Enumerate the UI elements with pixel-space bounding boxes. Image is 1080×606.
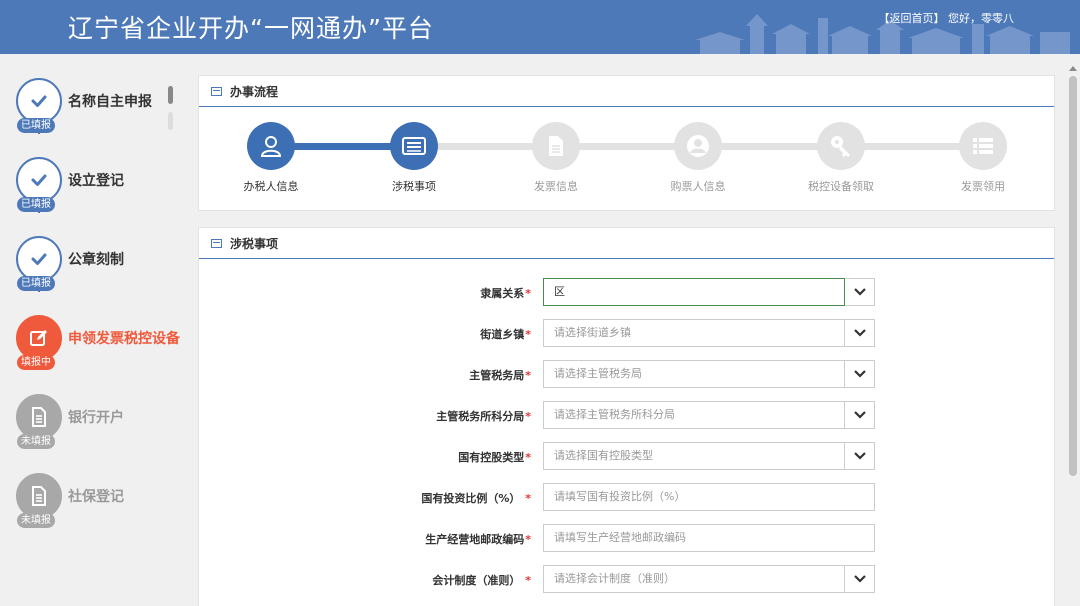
form-row-accounting-system: 会计制度（准则） * 请选择会计制度（准则） xyxy=(199,565,1056,593)
process-step-purchaser-info[interactable]: 购票人信息 xyxy=(638,122,758,194)
scroll-up-arrow-icon[interactable] xyxy=(1069,66,1077,71)
required-mark: * xyxy=(525,369,531,382)
field-label: 生产经营地邮政编码* xyxy=(425,533,531,546)
user-icon xyxy=(247,122,295,170)
form-row-tax-bureau: 主管税务局* 请选择主管税务局 xyxy=(199,360,1056,388)
process-step-label: 发票信息 xyxy=(534,180,578,193)
tax-branch-select[interactable]: 请选择主管税务所科分局 xyxy=(543,401,845,429)
process-step-label: 发票领用 xyxy=(961,180,1005,193)
sidebar-step-social-security[interactable]: 社保登记 未填报 xyxy=(14,473,184,543)
process-step-label: 办税人信息 xyxy=(243,180,299,193)
required-mark: * xyxy=(525,287,531,300)
form-row-state-investment-ratio: 国有投资比例（%） * 请填写国有投资比例（%） xyxy=(199,483,1056,511)
sidebar-step-invoice-device[interactable]: 申领发票税控设备 填报中 xyxy=(14,315,184,385)
key-icon xyxy=(817,122,865,170)
field-label: 主管税务所科分局* xyxy=(436,410,531,423)
process-step-invoice-info[interactable]: 发票信息 xyxy=(496,122,616,194)
form-row-street-town: 街道乡镇* 请选择街道乡镇 xyxy=(199,319,1056,347)
step-label: 设立登记 xyxy=(68,173,124,189)
status-badge: 已填报 xyxy=(17,197,55,212)
panel-window-icon xyxy=(211,86,222,96)
sidebar-step-seal[interactable]: 公章刻制 已填报 xyxy=(14,236,184,306)
state-investment-ratio-input[interactable]: 请填写国有投资比例（%） xyxy=(543,483,875,511)
page-scroll-thumb[interactable] xyxy=(1069,76,1077,476)
sidebar-scroll-thumb[interactable] xyxy=(168,86,173,104)
sidebar-step-name-declaration[interactable]: 名称自主申报 已填报 xyxy=(14,78,184,148)
status-badge: 已填报 xyxy=(17,118,55,133)
app-title: 辽宁省企业开办“一网通办”平台 xyxy=(68,14,434,43)
step-label: 社保登记 xyxy=(68,489,124,505)
form-row-postal-code: 生产经营地邮政编码* 请填写生产经营地邮政编码 xyxy=(199,524,1056,552)
process-step-label: 税控设备领取 xyxy=(808,180,874,193)
process-step-invoice-collection[interactable]: 发票领用 xyxy=(923,122,1043,194)
step-label: 公章刻制 xyxy=(68,252,124,268)
chevron-down-icon[interactable] xyxy=(845,401,875,429)
process-step-label: 涉税事项 xyxy=(392,180,436,193)
step-label: 名称自主申报 xyxy=(68,94,152,110)
sidebar-step-bank-account[interactable]: 银行开户 未填报 xyxy=(14,394,184,464)
sidebar-scrollbar[interactable] xyxy=(168,86,173,130)
required-mark: * xyxy=(525,410,531,423)
document-icon xyxy=(532,122,580,170)
required-mark: * xyxy=(525,533,531,546)
list-icon xyxy=(959,122,1007,170)
chevron-down-icon[interactable] xyxy=(845,360,875,388)
form-row-state-holding: 国有控股类型* 请选择国有控股类型 xyxy=(199,442,1056,470)
app-header: 辽宁省企业开办“一网通办”平台 【返回首页】 您好，零零八 xyxy=(0,0,1080,54)
process-step-device-pickup[interactable]: 税控设备领取 xyxy=(781,122,901,194)
tax-bureau-select[interactable]: 请选择主管税务局 xyxy=(543,360,845,388)
panel-window-icon xyxy=(211,238,222,248)
state-holding-select[interactable]: 请选择国有控股类型 xyxy=(543,442,845,470)
affiliation-select[interactable]: 区 xyxy=(543,278,845,306)
process-stepper: 办税人信息 涉税事项 发票信息 购票人信息 税控设备领取 发票领用 xyxy=(199,107,1054,210)
process-step-taxpayer-info[interactable]: 办税人信息 xyxy=(211,122,331,194)
required-mark: * xyxy=(525,451,531,464)
process-step-tax-matters[interactable]: 涉税事项 xyxy=(354,122,474,194)
chevron-down-icon[interactable] xyxy=(845,319,875,347)
status-badge: 未填报 xyxy=(17,513,55,528)
person-circle-icon xyxy=(674,122,722,170)
user-greeting: 您好，零零八 xyxy=(948,12,1014,25)
postal-code-input[interactable]: 请填写生产经营地邮政编码 xyxy=(543,524,875,552)
field-label: 会计制度（准则） * xyxy=(432,574,531,587)
form-row-affiliation: 隶属关系* 区 xyxy=(199,278,1056,306)
return-home-link[interactable]: 【返回首页】 xyxy=(879,12,945,25)
panel-header: 涉税事项 xyxy=(199,228,1054,259)
tax-matters-panel: 涉税事项 隶属关系* 区 街道乡镇* 请选择街道乡镇 主管税务局* 请选择主管税… xyxy=(198,227,1055,606)
status-badge: 填报中 xyxy=(17,355,55,370)
process-step-label: 购票人信息 xyxy=(670,180,726,193)
required-mark: * xyxy=(525,328,531,341)
page-scrollbar[interactable] xyxy=(1066,66,1080,606)
step-label: 银行开户 xyxy=(68,410,124,426)
field-label: 主管税务局* xyxy=(469,369,531,382)
sidebar-step-establishment[interactable]: 设立登记 已填报 xyxy=(14,157,184,227)
panel-header: 办事流程 xyxy=(199,76,1054,107)
chevron-down-icon[interactable] xyxy=(845,442,875,470)
panel-title: 涉税事项 xyxy=(230,236,279,251)
list-card-icon xyxy=(390,122,438,170)
required-mark: * xyxy=(521,492,531,505)
step-label: 申领发票税控设备 xyxy=(68,331,180,347)
sidebar-scroll-track xyxy=(168,112,173,130)
progress-sidebar: 名称自主申报 已填报 设立登记 已填报 公章刻制 已填报 申领发票税控设备 填报… xyxy=(0,54,188,606)
chevron-down-icon[interactable] xyxy=(845,278,875,306)
accounting-system-select[interactable]: 请选择会计制度（准则） xyxy=(543,565,845,593)
field-label: 国有投资比例（%） * xyxy=(421,492,531,505)
form-row-tax-branch: 主管税务所科分局* 请选择主管税务所科分局 xyxy=(199,401,1056,429)
process-panel: 办事流程 办税人信息 涉税事项 发票信息 购票人信息 税控设备领取 发票领用 xyxy=(198,75,1055,211)
status-badge: 已填报 xyxy=(17,276,55,291)
field-label: 街道乡镇* xyxy=(480,328,531,341)
field-label: 国有控股类型* xyxy=(458,451,531,464)
field-label: 隶属关系* xyxy=(480,287,531,300)
required-mark: * xyxy=(521,574,531,587)
street-town-select[interactable]: 请选择街道乡镇 xyxy=(543,319,845,347)
status-badge: 未填报 xyxy=(17,434,55,449)
panel-title: 办事流程 xyxy=(230,84,279,99)
chevron-down-icon[interactable] xyxy=(845,565,875,593)
header-links: 【返回首页】 您好，零零八 xyxy=(879,10,1015,26)
